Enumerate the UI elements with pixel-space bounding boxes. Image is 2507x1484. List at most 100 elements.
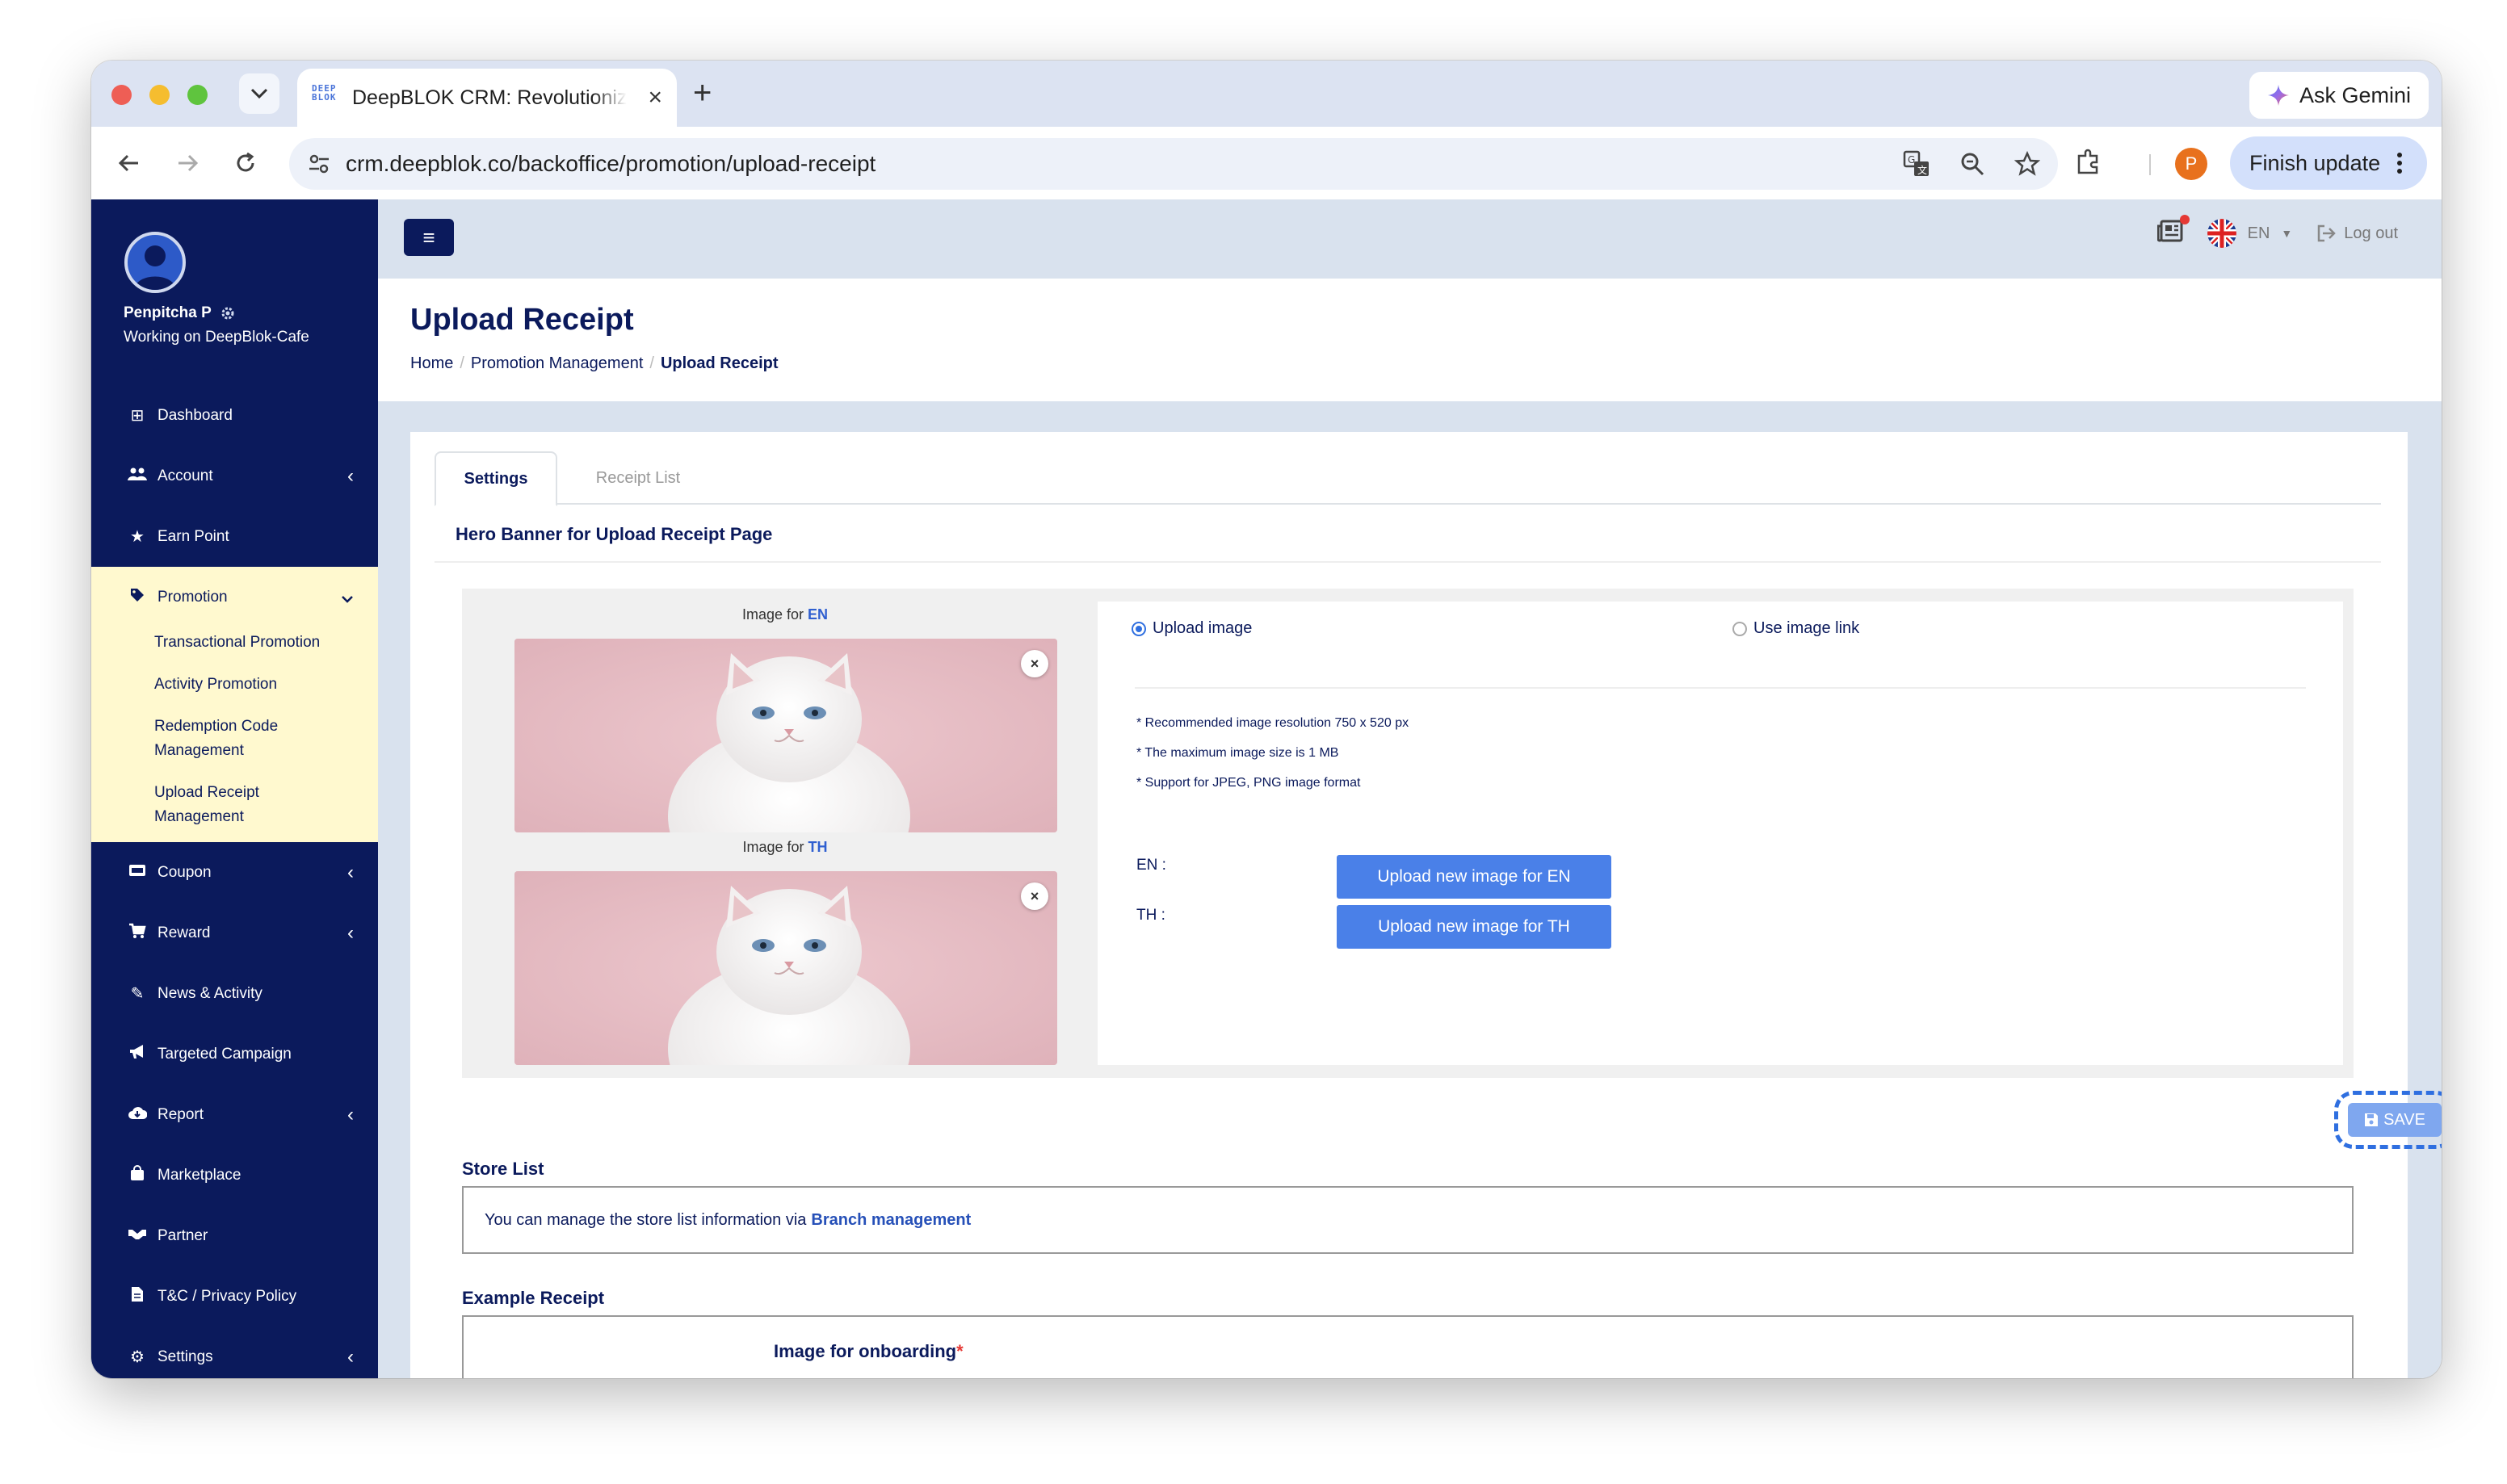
logout-button[interactable]: Log out bbox=[2316, 224, 2398, 243]
new-tab-button[interactable]: + bbox=[693, 75, 712, 111]
language-switcher[interactable]: EN ▼ bbox=[2207, 219, 2293, 248]
image-for-text: Image for bbox=[742, 839, 804, 855]
gear-icon[interactable] bbox=[220, 305, 236, 321]
branch-management-link[interactable]: Branch management bbox=[811, 1211, 971, 1230]
sidebar-item-report[interactable]: Report ‹ bbox=[91, 1084, 378, 1145]
radio-checked-icon bbox=[1132, 621, 1146, 636]
sidebar-item-coupon[interactable]: Coupon ‹ bbox=[91, 842, 378, 903]
user-avatar[interactable] bbox=[124, 232, 186, 293]
arrow-right-icon bbox=[178, 154, 199, 172]
zoom-icon[interactable] bbox=[1959, 151, 1985, 177]
minimize-window-button[interactable] bbox=[149, 85, 170, 105]
dashboard-icon: ⊞ bbox=[130, 407, 145, 425]
ask-gemini-button[interactable]: Ask Gemini bbox=[2249, 72, 2429, 119]
menu-toggle-button[interactable]: ≡ bbox=[404, 219, 454, 256]
required-mark: * bbox=[956, 1341, 964, 1361]
note-format: * Support for JPEG, PNG image format bbox=[1136, 776, 1361, 790]
breadcrumb-promotion-management[interactable]: Promotion Management bbox=[471, 354, 643, 373]
chevron-down-icon bbox=[341, 586, 354, 609]
bookmark-star-icon[interactable] bbox=[2014, 151, 2040, 177]
example-receipt-box: Image for onboarding* bbox=[462, 1315, 2354, 1378]
profile-avatar-button[interactable]: P bbox=[2175, 148, 2207, 180]
store-list-text: You can manage the store list informatio… bbox=[485, 1210, 807, 1229]
user-name: Penpitcha P bbox=[124, 304, 212, 321]
sidebar-sub-upload-receipt[interactable]: Upload Receipt Management bbox=[91, 781, 334, 829]
radio-use-image-link[interactable]: Use image link bbox=[1732, 619, 1859, 638]
upload-options-panel: Upload image Use image link * Recommende… bbox=[1098, 602, 2343, 1065]
reload-button[interactable] bbox=[224, 141, 267, 185]
sidebar-item-partner[interactable]: Partner bbox=[91, 1205, 378, 1266]
puzzle-icon bbox=[2077, 149, 2098, 174]
close-window-button[interactable] bbox=[111, 85, 132, 105]
sidebar-item-reward[interactable]: Reward ‹ bbox=[91, 903, 378, 963]
sidebar-sub-transactional-promotion[interactable]: Transactional Promotion bbox=[91, 631, 334, 655]
tab-settings[interactable]: Settings bbox=[435, 451, 557, 506]
topbar-actions: EN ▼ Log out bbox=[2156, 215, 2398, 248]
sidebar-item-tnc-privacy[interactable]: T&C / Privacy Policy bbox=[91, 1266, 378, 1327]
translate-icon[interactable]: G文 bbox=[1903, 150, 1930, 178]
remove-image-th-button[interactable]: × bbox=[1021, 882, 1048, 910]
tab-close-icon[interactable]: × bbox=[648, 84, 662, 111]
chevron-left-icon: ‹ bbox=[347, 1345, 354, 1368]
address-bar[interactable]: crm.deepblok.co/backoffice/promotion/upl… bbox=[289, 138, 2058, 190]
tab-title: DeepBLOK CRM: Revolutionize bbox=[352, 86, 627, 109]
ask-gemini-label: Ask Gemini bbox=[2299, 82, 2411, 107]
panel-divider bbox=[1135, 687, 2306, 689]
sidebar-item-dashboard[interactable]: ⊞ Dashboard bbox=[91, 385, 378, 446]
sidebar-item-label: Settings bbox=[157, 1348, 213, 1365]
save-button[interactable]: SAVE bbox=[2348, 1103, 2442, 1137]
sidebar-sub-redemption-code[interactable]: Redemption Code Management bbox=[91, 715, 334, 763]
onboarding-image-label: Image for onboarding* bbox=[774, 1341, 964, 1362]
tab-receipt-list[interactable]: Receipt List bbox=[557, 451, 719, 505]
finish-update-button[interactable]: Finish update bbox=[2230, 136, 2428, 190]
breadcrumb-home[interactable]: Home bbox=[410, 354, 453, 373]
users-icon bbox=[127, 466, 148, 487]
upload-th-button[interactable]: Upload new image for TH bbox=[1337, 905, 1611, 949]
image-for-text: Image for bbox=[741, 606, 804, 623]
language-code: EN bbox=[2247, 224, 2270, 242]
upload-en-button[interactable]: Upload new image for EN bbox=[1337, 855, 1611, 899]
forward-button[interactable] bbox=[166, 141, 209, 185]
sidebar-item-news-activity[interactable]: ✎ News & Activity bbox=[91, 963, 378, 1024]
gemini-sparkle-icon bbox=[2267, 85, 2289, 106]
gear-icon: ⚙ bbox=[130, 1348, 145, 1366]
sidebar-item-promotion[interactable]: Promotion bbox=[91, 567, 378, 627]
sidebar-item-marketplace[interactable]: Marketplace bbox=[91, 1145, 378, 1205]
news-notification-button[interactable] bbox=[2156, 215, 2190, 247]
hero-image-en bbox=[514, 639, 1057, 832]
logout-icon bbox=[2318, 224, 2337, 242]
sidebar-item-label: Partner bbox=[157, 1226, 208, 1244]
breadcrumb-separator: / bbox=[649, 354, 654, 372]
chevron-left-icon: ‹ bbox=[347, 861, 354, 883]
edit-icon: ✎ bbox=[130, 985, 145, 1003]
maximize-window-button[interactable] bbox=[187, 85, 208, 105]
sidebar-item-earn-point[interactable]: ★ Earn Point bbox=[91, 506, 378, 567]
image-lang-en: EN bbox=[808, 606, 829, 623]
extensions-button[interactable] bbox=[2074, 148, 2103, 181]
back-button[interactable] bbox=[107, 141, 151, 185]
store-list-box: You can manage the store list informatio… bbox=[462, 1186, 2354, 1254]
onboarding-label-text: Image for onboarding bbox=[774, 1341, 957, 1361]
radio-upload-image[interactable]: Upload image bbox=[1132, 619, 1252, 638]
sidebar-item-settings[interactable]: ⚙ Settings ‹ bbox=[91, 1327, 378, 1378]
sidebar-item-label: Coupon bbox=[157, 863, 212, 881]
svg-text:文: 文 bbox=[1917, 164, 1927, 176]
sidebar-item-label: Earn Point bbox=[157, 527, 229, 545]
radio-link-label: Use image link bbox=[1753, 619, 1860, 637]
remove-image-en-button[interactable]: × bbox=[1021, 650, 1048, 677]
caret-down-icon: ▼ bbox=[2281, 227, 2293, 240]
browser-tab-active[interactable]: DEEP BLOK DeepBLOK CRM: Revolutionize × bbox=[297, 69, 677, 127]
sidebar-item-account[interactable]: Account ‹ bbox=[91, 446, 378, 506]
tab-search-button[interactable] bbox=[239, 73, 279, 114]
star-icon: ★ bbox=[130, 528, 145, 546]
floppy-disk-icon bbox=[2365, 1113, 2379, 1126]
tag-icon bbox=[127, 587, 148, 608]
page-header: Upload Receipt Home / Promotion Manageme… bbox=[378, 279, 2442, 401]
sidebar: Penpitcha P Working on DeepBlok-Cafe ⊞ D… bbox=[91, 199, 378, 1378]
sidebar-sub-activity-promotion[interactable]: Activity Promotion bbox=[91, 673, 334, 697]
save-button-highlight: SAVE bbox=[2334, 1091, 2442, 1149]
user-name-row: Penpitcha P bbox=[124, 304, 236, 322]
sidebar-item-targeted-campaign[interactable]: Targeted Campaign bbox=[91, 1024, 378, 1084]
kebab-menu-icon bbox=[2397, 153, 2403, 174]
toolbar-divider bbox=[2149, 154, 2151, 175]
